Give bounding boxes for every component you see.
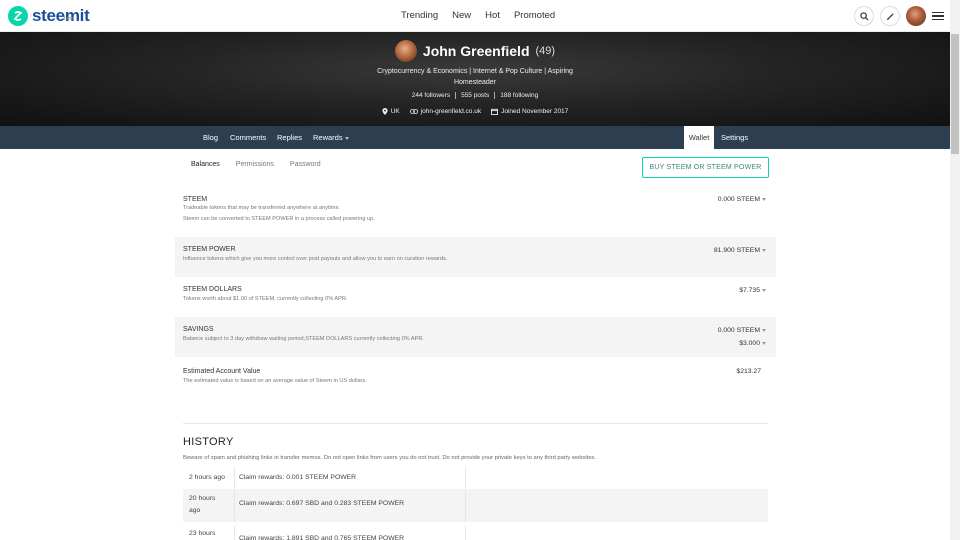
chevron-down-icon	[762, 288, 766, 292]
steemit-logo[interactable]: steemit	[8, 6, 90, 26]
steem-dollars-label: STEEM DOLLARS	[183, 286, 242, 293]
nav-trending[interactable]: Trending	[401, 10, 438, 21]
tab-balances[interactable]: Balances	[191, 161, 220, 168]
link-icon	[409, 109, 418, 114]
history-row: 23 hours Claim rewards: 1.891 SBD and 0.…	[183, 526, 768, 540]
profile-stats: 244 followers 555 posts 188 following	[0, 92, 950, 99]
history-warning: Beware of spam and phishing links in tra…	[183, 455, 597, 461]
steem-power-row: STEEM POWER Influence tokens which give …	[175, 237, 776, 277]
tab-password[interactable]: Password	[290, 161, 321, 168]
profile-header: John Greenfield (49)	[0, 40, 950, 62]
history-time: 20 hours ago	[183, 489, 235, 522]
savings-label: SAVINGS	[183, 326, 214, 333]
calendar-icon	[491, 108, 499, 115]
profile-about: Cryptocurrency & Economics | Internet & …	[377, 68, 573, 86]
account-value-label: Estimated Account Value	[183, 368, 261, 375]
history-row: 2 hours ago Claim rewards: 0.001 STEEM P…	[183, 467, 768, 488]
savings-row: SAVINGS Balance subject to 3 day withdra…	[175, 317, 776, 357]
steem-power-value-dropdown[interactable]: 81.900 STEEM	[714, 247, 766, 254]
tab-wallet[interactable]: Wallet	[684, 126, 714, 149]
location-pin-icon	[382, 108, 388, 115]
location: UK	[382, 108, 400, 115]
account-value-row: Estimated Account Value The estimated va…	[175, 357, 776, 397]
beta-label: beta	[64, 16, 74, 22]
profile-avatar	[394, 40, 417, 62]
tab-blog[interactable]: Blog	[203, 133, 218, 142]
account-value-desc: The estimated value is based on an avera…	[183, 378, 367, 384]
chevron-down-icon	[762, 248, 766, 252]
history-time: 2 hours ago	[183, 467, 235, 488]
hamburger-menu-icon[interactable]	[932, 11, 944, 21]
buy-steem-button[interactable]: BUY STEEM OR STEEM POWER	[642, 157, 769, 178]
steem-desc-line1: Tradeable tokens that may be transferred…	[183, 205, 341, 211]
following-link[interactable]: 188 following	[495, 92, 543, 99]
followers-link[interactable]: 244 followers	[407, 92, 457, 99]
chevron-down-icon	[344, 136, 349, 140]
steem-value: 0.000 STEEM	[717, 196, 760, 203]
tab-rewards[interactable]: Rewards	[313, 133, 349, 142]
tab-replies[interactable]: Replies	[277, 133, 302, 142]
profile-meta: UK john-greenfield.co.uk Joined November…	[0, 108, 950, 115]
history-title: HISTORY	[183, 436, 234, 448]
nav-new[interactable]: New	[452, 10, 471, 21]
steem-dollars-value: $7.735	[739, 287, 760, 294]
chevron-down-icon	[762, 197, 766, 201]
steemit-logo-icon	[8, 6, 28, 26]
steem-power-label: STEEM POWER	[183, 246, 236, 253]
steem-dollars-desc: Tokens worth about $1.00 of STEEM, curre…	[183, 296, 348, 302]
savings-sbd-dropdown[interactable]: $3.000	[739, 340, 766, 347]
savings-desc: Balance subject to 3 day withdraw waitin…	[183, 336, 424, 342]
search-icon	[859, 11, 869, 21]
history-desc: Claim rewards: 1.891 SBD and 0.765 STEEM…	[235, 526, 466, 540]
tab-comments[interactable]: Comments	[230, 133, 266, 142]
steem-dollars-row: STEEM DOLLARS Tokens worth about $1.00 o…	[175, 277, 776, 317]
tab-settings[interactable]: Settings	[721, 133, 748, 142]
top-bar: steemit beta Trending New Hot Promoted	[0, 0, 950, 32]
nav-promoted[interactable]: Promoted	[514, 10, 555, 21]
history-time: 23 hours	[183, 526, 235, 540]
account-value: $213.27	[736, 368, 761, 375]
tab-rewards-label: Rewards	[313, 133, 343, 142]
profile-banner: John Greenfield (49) Cryptocurrency & Ec…	[0, 32, 950, 126]
user-avatar[interactable]	[906, 6, 926, 26]
savings-sbd-value: $3.000	[739, 340, 760, 347]
steem-power-desc: Influence tokens which give you more con…	[183, 256, 448, 262]
join-date: Joined November 2017	[491, 108, 568, 115]
pencil-icon	[886, 12, 894, 20]
steem-desc-line2: Steem can be converted to STEEM POWER in…	[183, 216, 375, 222]
wallet-tabs: Balances Permissions Password	[191, 161, 321, 168]
profile-reputation: (49)	[535, 45, 556, 57]
tab-permissions[interactable]: Permissions	[236, 161, 274, 168]
location-text: UK	[390, 108, 400, 115]
website[interactable]: john-greenfield.co.uk	[409, 108, 481, 115]
nav-hot[interactable]: Hot	[485, 10, 500, 21]
profile-subnav: Blog Comments Replies Rewards Wallet Set…	[0, 126, 950, 149]
steem-label: STEEM	[183, 196, 208, 203]
profile-name: John Greenfield	[422, 43, 530, 59]
history-divider	[183, 423, 768, 424]
savings-steem-value: 0.000 STEEM	[717, 327, 760, 334]
steem-value-dropdown[interactable]: 0.000 STEEM	[718, 196, 766, 203]
main-nav: Trending New Hot Promoted	[401, 10, 555, 21]
top-icons	[854, 6, 944, 26]
search-button[interactable]	[854, 6, 874, 26]
history-row: 20 hours ago Claim rewards: 0.697 SBD an…	[183, 489, 768, 522]
website-link[interactable]: john-greenfield.co.uk	[421, 108, 481, 115]
join-date-text: Joined November 2017	[501, 108, 569, 115]
chevron-down-icon	[762, 328, 766, 332]
savings-steem-dropdown[interactable]: 0.000 STEEM	[718, 327, 766, 334]
steem-power-value: 81.900 STEEM	[713, 247, 760, 254]
chevron-down-icon	[762, 341, 766, 345]
posts-count: 555 posts	[456, 92, 496, 99]
new-post-button[interactable]	[880, 6, 900, 26]
history-desc: Claim rewards: 0.697 SBD and 0.283 STEEM…	[235, 489, 466, 522]
scrollbar-thumb[interactable]	[951, 34, 959, 154]
steem-dollars-value-dropdown[interactable]: $7.735	[739, 287, 766, 294]
steemit-logo-text: steemit	[32, 6, 90, 25]
history-desc: Claim rewards: 0.001 STEEM POWER	[235, 467, 466, 488]
scrollbar[interactable]	[950, 0, 960, 540]
steem-balance-row: STEEM Tradeable tokens that may be trans…	[175, 194, 776, 238]
